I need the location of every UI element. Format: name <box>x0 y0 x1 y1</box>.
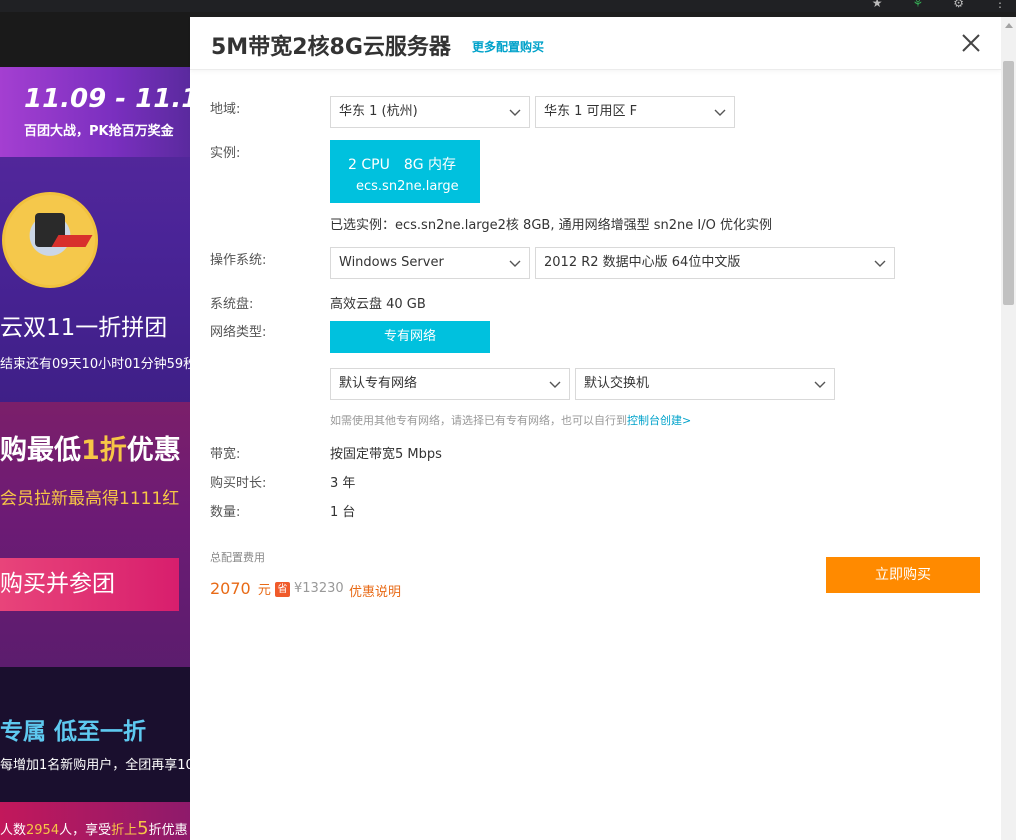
quantity-label: 数量: <box>210 505 241 520</box>
more-config-link[interactable]: 更多配置购买 <box>472 38 544 55</box>
promo-member-count: 人数2954人，享受折上5折优惠 <box>0 818 188 839</box>
extension-icon[interactable]: ⚘ <box>912 0 923 10</box>
purchase-modal: 5M带宽2核8G云服务器 更多配置购买 地域: 华东 1 (杭州) 华东 1 可… <box>190 17 1001 840</box>
duration-label: 购买时长: <box>210 476 267 491</box>
promo-dates-subtitle: 百团大战，PK抢百万奖金 <box>24 124 174 139</box>
os-version-value: 2012 R2 数据中心版 64位中文版 <box>544 255 741 270</box>
network-label: 网络类型: <box>210 325 267 340</box>
vpc-select[interactable]: 默认专有网络 <box>330 368 570 400</box>
promo-reward-text: 会员拉新最高得1111红 <box>0 489 180 509</box>
duration-value: 3 年 <box>330 476 356 491</box>
promo-discount-headline: 购最低1折优惠 <box>0 435 181 466</box>
promo-buy-join-button[interactable]: 购买并参团 <box>0 558 179 611</box>
promo-group-text: 每增加1名新购用户，全团再享10 <box>0 758 190 773</box>
quantity-value: 1 台 <box>330 505 356 520</box>
bandwidth-label: 带宽: <box>210 447 241 462</box>
promo-dates: 11.09 - 11.12 <box>24 84 190 114</box>
vswitch-select-value: 默认交换机 <box>584 376 650 391</box>
scroll-up-arrow-icon[interactable] <box>1005 23 1013 28</box>
bandwidth-value: 按固定带宽5 Mbps <box>330 447 442 462</box>
disk-label: 系统盘: <box>210 297 254 312</box>
save-badge: 省 <box>275 582 290 597</box>
background-promo-page: 11.09 - 11.12 百团大战，PK抢百万奖金 云双11一折拼团 结束还有… <box>0 12 190 840</box>
os-select-value: Windows Server <box>339 255 444 270</box>
total-cost-label: 总配置费用 <box>210 551 265 564</box>
promo-avatar <box>2 192 98 288</box>
region-select-value: 华东 1 (杭州) <box>339 104 418 119</box>
modal-title: 5M带宽2核8G云服务器 <box>211 35 451 60</box>
zone-select-value: 华东 1 可用区 F <box>544 104 638 119</box>
buy-now-button[interactable]: 立即购买 <box>826 557 980 593</box>
browser-toolbar-icons: ★ ⚘ ⚙ ⋮ <box>872 0 1006 10</box>
bookmark-star-icon[interactable]: ★ <box>872 0 883 10</box>
instance-cpu: 2 CPU <box>348 157 390 173</box>
extensions-puzzle-icon[interactable]: ⚙ <box>953 0 964 10</box>
instance-memory: 8G 内存 <box>403 157 457 173</box>
promo-top-bar <box>0 12 190 67</box>
price-amount: 2070 <box>210 579 251 598</box>
os-version-select[interactable]: 2012 R2 数据中心版 64位中文版 <box>535 247 895 279</box>
scrollbar[interactable] <box>1001 17 1016 840</box>
disk-value: 高效云盘 40 GB <box>330 297 426 312</box>
chevron-down-icon <box>714 109 726 116</box>
console-create-link[interactable]: 控制台创建> <box>627 414 691 427</box>
scrollbar-thumb[interactable] <box>1003 61 1014 305</box>
region-select[interactable]: 华东 1 (杭州) <box>330 96 530 128</box>
browser-toolbar: ★ ⚘ ⚙ ⋮ <box>0 0 1016 12</box>
discount-info-link[interactable]: 优惠说明 <box>349 581 401 600</box>
instance-selected-text: 已选实例：ecs.sn2ne.large2核 8GB, 通用网络增强型 sn2n… <box>330 218 772 233</box>
promo-exclusive-text: 专属 低至一折 <box>0 719 147 745</box>
vpc-network-button[interactable]: 专有网络 <box>330 321 490 353</box>
more-menu-icon[interactable]: ⋮ <box>994 0 1006 10</box>
chevron-down-icon <box>874 260 886 267</box>
total-price: 2070 元 <box>210 579 271 598</box>
price-unit: 元 <box>257 583 271 598</box>
os-label: 操作系统: <box>210 253 267 268</box>
network-hint: 如需使用其他专有网络，请选择已有专有网络，也可以自行到控制台创建> <box>330 414 692 427</box>
promo-countdown: 结束还有09天10小时01分钟59秒 <box>0 357 190 372</box>
chevron-down-icon <box>549 381 561 388</box>
chevron-down-icon <box>509 260 521 267</box>
instance-specs: 2 CPU 8G 内存 <box>348 154 470 174</box>
vswitch-select[interactable]: 默认交换机 <box>575 368 835 400</box>
promo-headline: 云双11一折拼团 <box>0 315 168 341</box>
vpc-select-value: 默认专有网络 <box>339 376 418 391</box>
instance-model: ecs.sn2ne.large <box>356 179 459 194</box>
chevron-down-icon <box>509 109 521 116</box>
chevron-down-icon <box>814 381 826 388</box>
instance-label: 实例: <box>210 146 241 161</box>
modal-header: 5M带宽2核8G云服务器 更多配置购买 <box>190 17 1001 70</box>
zone-select[interactable]: 华东 1 可用区 F <box>535 96 735 128</box>
instance-card[interactable]: 2 CPU 8G 内存 ecs.sn2ne.large <box>330 140 480 203</box>
region-label: 地域: <box>210 102 241 117</box>
original-price: ¥13230 <box>294 581 344 596</box>
os-select[interactable]: Windows Server <box>330 247 530 279</box>
close-icon[interactable] <box>958 30 984 56</box>
robot-cape-icon <box>51 235 93 247</box>
